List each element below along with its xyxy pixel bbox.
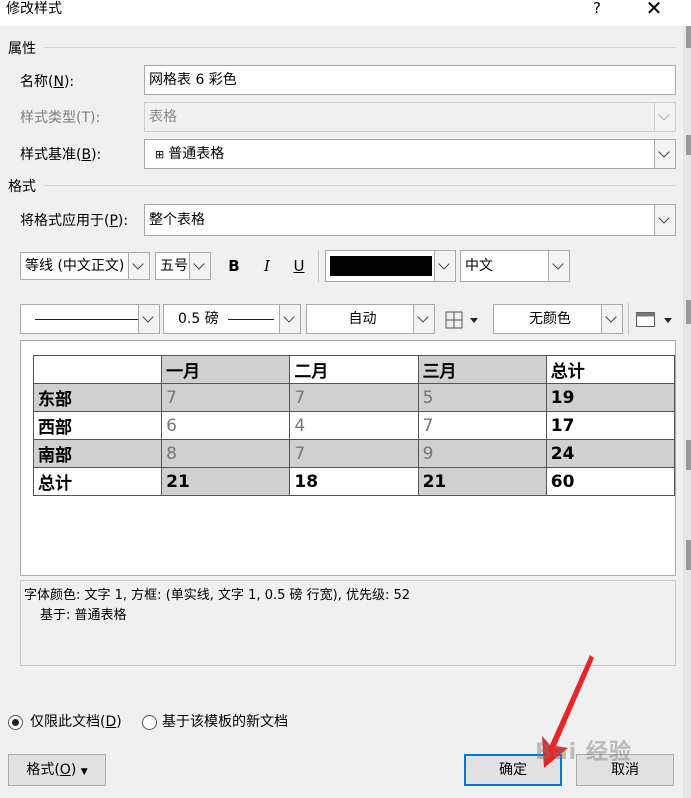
- chevron-down-icon: [283, 311, 295, 323]
- table-cell: 7: [289, 383, 419, 412]
- style-preview: 一月 二月 三月 总计 东部 7 7 5 19 西部 6 4 7 17 南部 8…: [20, 340, 676, 576]
- table-cell: 西部: [32, 411, 163, 440]
- toolbar-divider: [628, 303, 629, 335]
- section-divider: [44, 185, 676, 186]
- table-cell: 21: [161, 467, 291, 496]
- style-description: 字体颜色: 文字 1, 方框: (单实线, 文字 1, 0.5 磅 行宽), 优…: [20, 580, 676, 666]
- style-type-label: 样式类型(T):: [20, 110, 101, 126]
- table-cell: 4: [289, 411, 419, 440]
- border-color-select[interactable]: 自动: [306, 304, 435, 334]
- table-properties-button[interactable]: [635, 309, 677, 331]
- table-row: 西部 6 4 7 17: [32, 411, 676, 440]
- italic-button[interactable]: I: [255, 253, 279, 279]
- only-this-document-radio[interactable]: [8, 715, 23, 730]
- borders-grid-icon: [445, 311, 463, 329]
- table-style-icon: [636, 312, 655, 327]
- font-select[interactable]: 等线 (中文正文): [20, 252, 150, 280]
- table-cell: 19: [545, 383, 676, 412]
- table-cell: 21: [417, 467, 547, 496]
- apply-to-label: 将格式应用于(P):: [20, 213, 129, 229]
- dropdown-arrow-icon: [470, 318, 478, 323]
- color-swatch: [330, 256, 432, 276]
- dialog-title: 修改样式: [6, 1, 62, 17]
- bold-button[interactable]: B: [222, 253, 246, 279]
- help-button[interactable]: ?: [585, 0, 609, 18]
- table-header-row: 一月 二月 三月 总计: [32, 355, 676, 384]
- shading-select[interactable]: 无颜色: [493, 304, 623, 334]
- edge-segment: [686, 440, 691, 470]
- table-cell: 7: [417, 411, 547, 440]
- borders-button[interactable]: [442, 309, 482, 331]
- watermark: Bai 经验: [535, 740, 632, 765]
- font-color-select[interactable]: [325, 250, 456, 282]
- table-cell: 9: [417, 439, 547, 468]
- edge-segment: [686, 300, 691, 324]
- line-width-glyph: [228, 319, 274, 320]
- chevron-down-icon: [438, 258, 450, 270]
- chevron-down-icon: [658, 146, 670, 158]
- chevron-down-icon: [132, 258, 144, 270]
- new-documents-label[interactable]: 基于该模板的新文档: [162, 712, 288, 732]
- table-cell: 24: [545, 439, 676, 468]
- border-style-select[interactable]: [20, 304, 160, 334]
- chevron-down-icon: [142, 311, 154, 323]
- chevron-down-icon: [605, 311, 617, 323]
- edge-segment: [686, 135, 691, 155]
- new-documents-radio[interactable]: [142, 715, 157, 730]
- name-input[interactable]: 网格表 6 彩色: [144, 65, 676, 95]
- chevron-down-icon: [552, 258, 564, 270]
- table-row: 东部 7 7 5 19: [32, 383, 676, 412]
- chevron-down-icon: [658, 212, 670, 224]
- table-cell: 东部: [32, 383, 163, 412]
- description-line: 基于: 普通表格: [40, 608, 127, 623]
- chevron-down-icon: [417, 311, 429, 323]
- chevron-down-icon: [658, 109, 670, 121]
- preview-table: 一月 二月 三月 总计 东部 7 7 5 19 西部 6 4 7 17 南部 8…: [32, 355, 676, 496]
- base-style-label: 样式基准(B):: [20, 147, 102, 163]
- table-grid-icon: ⊞: [155, 148, 165, 161]
- table-cell: 6: [161, 411, 291, 440]
- language-select[interactable]: 中文: [460, 250, 570, 282]
- chevron-down-icon: [193, 258, 205, 270]
- style-type-select[interactable]: 表格: [144, 102, 676, 132]
- table-cell: 一月: [161, 355, 291, 384]
- format-menu-button[interactable]: 格式(O) ▼: [8, 754, 106, 786]
- table-total-row: 总计 21 18 21 60: [32, 467, 676, 496]
- font-size-select[interactable]: 五号: [155, 252, 211, 280]
- only-this-document-label[interactable]: 仅限此文档(D): [30, 712, 122, 732]
- properties-section-title: 属性: [8, 41, 36, 57]
- edge-segment: [686, 540, 691, 570]
- underline-button[interactable]: U: [287, 253, 311, 279]
- table-row: 南部 8 7 9 24: [32, 439, 676, 468]
- edge-segment: [686, 26, 691, 48]
- name-label: 名称(N):: [20, 74, 75, 90]
- table-cell: 5: [417, 383, 547, 412]
- dropdown-arrow-icon: ▼: [80, 767, 88, 777]
- table-cell: 总计: [545, 355, 676, 384]
- table-cell: 7: [161, 383, 291, 412]
- border-width-select[interactable]: 0.5 磅: [163, 304, 301, 334]
- apply-to-select[interactable]: 整个表格: [144, 204, 676, 236]
- base-style-select[interactable]: ⊞ 普通表格: [144, 139, 676, 169]
- table-cell: 三月: [417, 355, 547, 384]
- table-cell: 8: [161, 439, 291, 468]
- section-divider: [44, 47, 676, 48]
- toolbar-divider: [318, 250, 319, 282]
- close-button[interactable]: ✕: [640, 0, 668, 20]
- table-cell: 60: [545, 467, 676, 496]
- table-cell: 18: [289, 467, 419, 496]
- dropdown-arrow-icon: [664, 318, 672, 323]
- table-cell: 总计: [32, 467, 163, 496]
- table-cell: 17: [545, 411, 676, 440]
- description-line: 字体颜色: 文字 1, 方框: (单实线, 文字 1, 0.5 磅 行宽), 优…: [24, 588, 411, 603]
- table-cell: [32, 355, 163, 384]
- table-cell: 二月: [289, 355, 419, 384]
- table-cell: 南部: [32, 439, 163, 468]
- line-style-glyph: [35, 319, 139, 320]
- format-section-title: 格式: [8, 179, 36, 195]
- table-cell: 7: [289, 439, 419, 468]
